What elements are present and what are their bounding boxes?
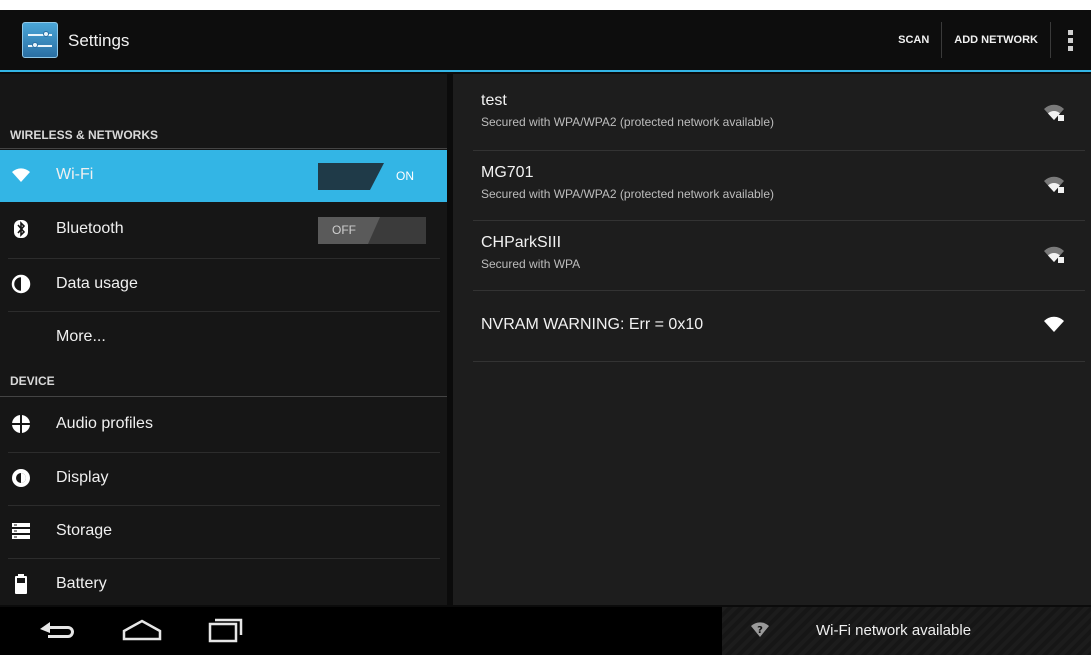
network-name: NVRAM WARNING: Err = 0x10	[481, 316, 704, 333]
wireless-networks-header: WIRELESS & NETWORKS	[10, 128, 159, 142]
network-security: Secured with WPA/WPA2 (protected network…	[481, 187, 775, 201]
network-item-nvram-warning[interactable]: NVRAM WARNING: Err = 0x10	[473, 291, 1085, 361]
settings-item-label: Display	[56, 469, 109, 486]
app-title: Settings	[68, 31, 130, 50]
wifi-network-list: test Secured with WPA/WPA2 (protected ne…	[453, 74, 1091, 605]
tablet-screen: Settings SCAN ADD NETWORK WIRELESS & NET…	[0, 10, 1091, 655]
bluetooth-toggle[interactable]: OFF	[318, 217, 426, 244]
bluetooth-toggle-state: OFF	[318, 217, 380, 244]
system-navigation-bar: ? Wi-Fi network available	[0, 607, 1091, 655]
settings-item-audio-profiles[interactable]: Audio profiles	[0, 399, 447, 451]
wifi-available-notification[interactable]: ? Wi-Fi network available	[722, 607, 1091, 655]
notification-text: Wi-Fi network available	[816, 622, 972, 639]
settings-item-more[interactable]: More...	[0, 312, 447, 364]
network-item-test[interactable]: test Secured with WPA/WPA2 (protected ne…	[473, 79, 1085, 149]
section-divider	[0, 396, 447, 397]
settings-item-bluetooth[interactable]: Bluetooth OFF	[0, 204, 447, 256]
network-security: Secured with WPA/WPA2 (protected network…	[481, 115, 775, 129]
wifi-toggle-state: ON	[370, 163, 426, 190]
settings-app-icon[interactable]	[22, 22, 58, 58]
network-item-mg701[interactable]: MG701 Secured with WPA/WPA2 (protected n…	[473, 151, 1085, 221]
settings-item-label: Bluetooth	[56, 220, 124, 237]
add-network-button[interactable]: ADD NETWORK	[942, 10, 1050, 70]
data-usage-icon	[11, 274, 31, 294]
wifi-locked-icon	[1044, 246, 1064, 263]
action-bar: Settings SCAN ADD NETWORK	[0, 10, 1091, 72]
settings-item-display[interactable]: Display	[0, 453, 447, 505]
scan-button[interactable]: SCAN	[886, 10, 941, 70]
network-security: Secured with WPA	[481, 257, 581, 271]
wifi-locked-icon	[1044, 176, 1064, 193]
settings-item-label: Storage	[56, 522, 113, 539]
settings-item-label: Audio profiles	[56, 415, 153, 432]
settings-item-storage[interactable]: Storage	[0, 506, 447, 558]
network-name: test	[481, 92, 507, 109]
wifi-open-icon	[1044, 316, 1064, 332]
network-name: MG701	[481, 164, 534, 181]
wifi-question-icon: ?	[751, 622, 769, 637]
settings-item-label: Battery	[56, 575, 107, 592]
action-bar-buttons: SCAN ADD NETWORK	[886, 10, 1091, 70]
network-name: CHParkSIII	[481, 234, 562, 251]
wifi-toggle[interactable]: ON	[318, 163, 426, 190]
wifi-icon	[12, 168, 30, 182]
overflow-menu-icon[interactable]	[1051, 10, 1091, 70]
battery-icon	[15, 574, 27, 594]
settings-item-label: More...	[56, 328, 106, 345]
network-divider	[473, 361, 1085, 362]
network-item-chparksiii[interactable]: CHParkSIII Secured with WPA	[473, 221, 1085, 291]
bluetooth-icon	[14, 220, 28, 238]
home-icon[interactable]	[112, 607, 172, 655]
device-header: DEVICE	[10, 374, 55, 388]
back-icon[interactable]	[28, 607, 88, 655]
section-divider	[0, 148, 447, 149]
audio-profiles-icon	[11, 414, 31, 434]
settings-item-label: Data usage	[56, 275, 138, 292]
display-brightness-icon	[12, 469, 30, 487]
recent-apps-icon[interactable]	[196, 607, 256, 655]
settings-item-data-usage[interactable]: Data usage	[0, 259, 447, 311]
wifi-locked-icon	[1044, 104, 1064, 121]
settings-item-label: Wi-Fi	[56, 166, 94, 183]
settings-item-wifi[interactable]: Wi-Fi ON	[0, 150, 447, 202]
storage-icon	[12, 523, 30, 539]
settings-list: WIRELESS & NETWORKS Wi-Fi ON Bluetooth O…	[0, 74, 447, 605]
svg-text:?: ?	[757, 625, 763, 636]
settings-item-battery[interactable]: Battery	[0, 559, 447, 611]
